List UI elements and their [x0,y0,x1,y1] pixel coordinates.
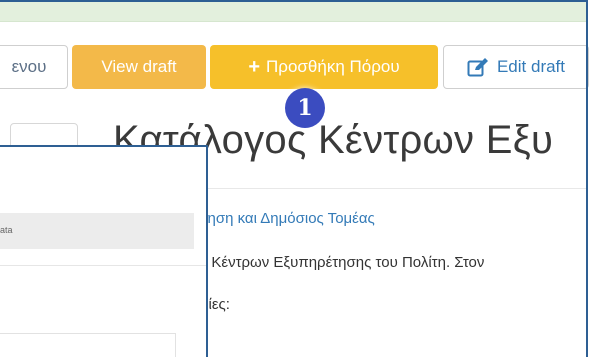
step-marker: 1 [285,88,325,128]
overlay-divider [0,265,206,266]
category-link[interactable]: νηση και Δημόσιος Τομέας [200,210,375,227]
frame-border-right [586,0,588,357]
step-marker-number: 1 [297,95,313,121]
overlay-content-box [0,333,176,357]
back-button-label: ενου [11,57,47,76]
add-resource-label: Προσθήκη Πόρου [266,57,400,76]
edit-draft-button[interactable]: Edit draft [443,45,589,89]
overlay-metadata-field[interactable]: ata [0,213,194,249]
plus-icon: + [248,55,261,78]
main-window: ενου View draft + Προσθήκη Πόρου Edit dr… [0,0,590,357]
edit-icon [467,58,488,77]
back-button[interactable]: ενου [0,45,68,89]
edit-draft-label: Edit draft [496,57,566,76]
overlay-window: ata [0,145,208,357]
overlay-field-text: ata [0,225,13,235]
alert-strip [0,2,586,22]
view-draft-label: View draft [101,57,177,76]
add-resource-button[interactable]: + Προσθήκη Πόρου [210,45,438,89]
title-divider [200,188,586,189]
frame-border-top [0,0,588,2]
view-draft-button[interactable]: View draft [72,45,206,89]
description-text: ς Κέντρων Εξυπηρέτησης του Πολίτη. Στον [200,254,485,271]
